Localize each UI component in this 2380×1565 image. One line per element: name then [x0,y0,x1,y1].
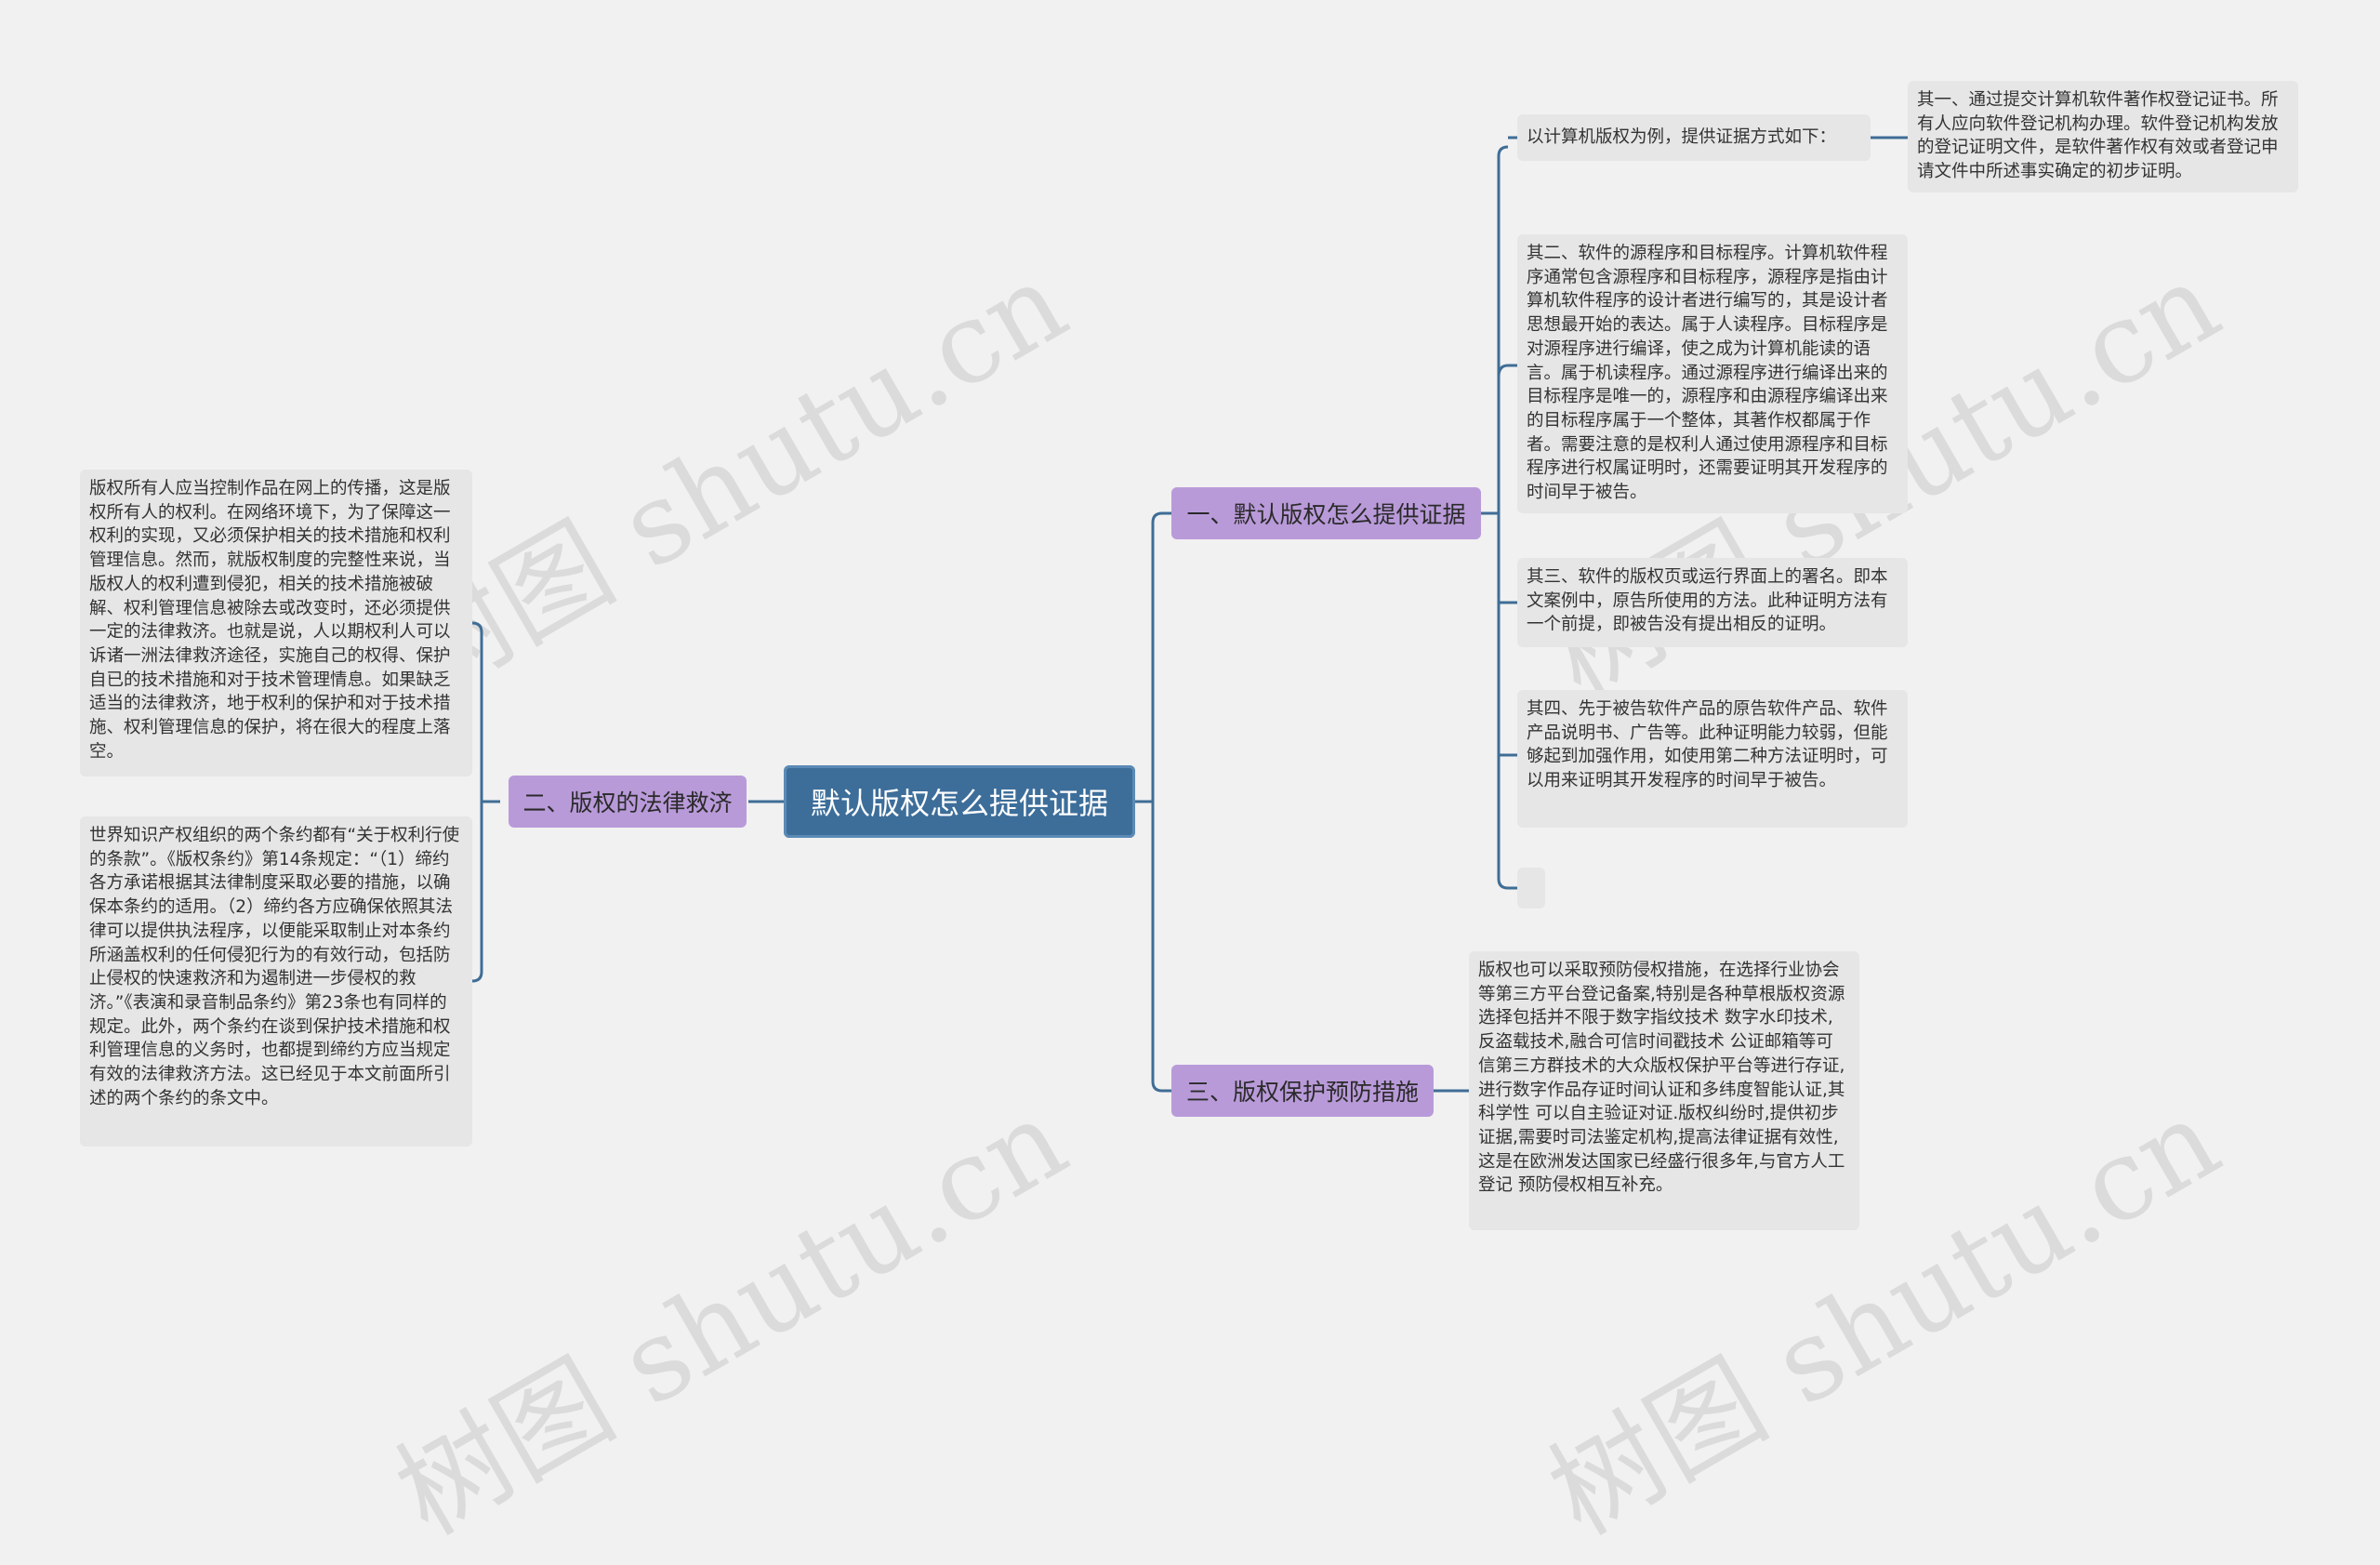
leaf-remedy-1[interactable]: 版权所有人应当控制作品在网上的传播，这是版权所有人的权利。在网络环境下，为了保障… [80,470,472,776]
root-topic[interactable]: 默认版权怎么提供证据 [784,765,1135,838]
leaf-second[interactable]: 其二、软件的源程序和目标程序。计算机软件程序通常包含源程序和目标程序，源程序是指… [1517,234,1908,513]
branch-prevention[interactable]: 三、版权保护预防措施 [1171,1065,1434,1117]
connector-b1-spine [1497,145,1509,890]
leaf-empty[interactable] [1517,868,1545,908]
leaf-intro[interactable]: 以计算机版权为例，提供证据方式如下： [1517,114,1871,161]
leaf-fourth[interactable]: 其四、先于被告软件产品的原告软件产品、软件产品说明书、广告等。此种证明能力较弱，… [1517,690,1908,828]
leaf-first[interactable]: 其一、通过提交计算机软件著作权登记证书。所有人应向软件登记机构办理。软件登记机构… [1908,81,2298,192]
connector-right-spine [1151,511,1163,1093]
leaf-third[interactable]: 其三、软件的版权页或运行界面上的署名。即本文案例中，原告所使用的方法。此种证明方… [1517,558,1908,647]
connector-to-second [1497,364,1517,378]
connector-b2-spine [471,621,483,983]
branch-provide-evidence[interactable]: 一、默认版权怎么提供证据 [1171,487,1481,539]
leaf-prevent[interactable]: 版权也可以采取预防侵权措施，在选择行业协会等第三方平台登记备案,特别是各种草根版… [1469,951,1859,1230]
leaf-remedy-2[interactable]: 世界知识产权组织的两个条约都有“关于权利行使的条款”。《版权条约》第14条规定：… [80,816,472,1147]
branch-legal-remedy[interactable]: 二、版权的法律救济 [509,776,747,828]
